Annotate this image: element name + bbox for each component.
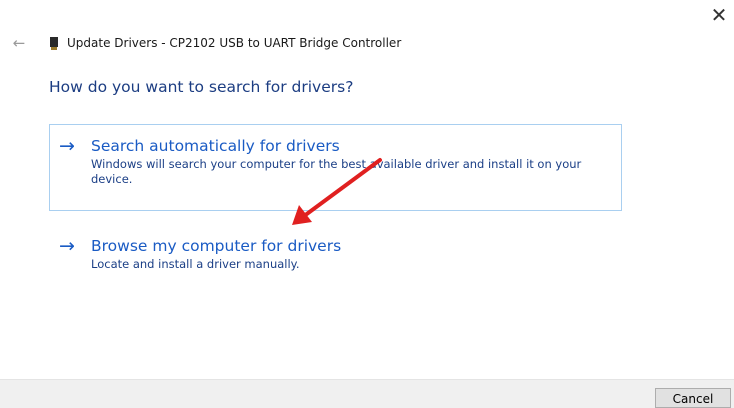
back-arrow-icon[interactable]: ← xyxy=(10,34,28,52)
dialog-footer: Cancel xyxy=(0,379,734,408)
option-title: Search automatically for drivers xyxy=(91,137,340,155)
cancel-button[interactable]: Cancel xyxy=(655,388,731,408)
window-title: Update Drivers - CP2102 USB to UART Brid… xyxy=(67,36,402,50)
usb-device-icon xyxy=(50,36,58,50)
search-automatically-option[interactable]: → Search automatically for drivers Windo… xyxy=(49,124,622,211)
update-drivers-dialog: ✕ ← Update Drivers - CP2102 USB to UART … xyxy=(0,0,734,408)
option-description: Windows will search your computer for th… xyxy=(91,157,582,186)
right-arrow-icon: → xyxy=(59,135,75,157)
dialog-header: ← Update Drivers - CP2102 USB to UART Br… xyxy=(10,33,402,53)
option-title: Browse my computer for drivers xyxy=(91,237,342,255)
right-arrow-icon: → xyxy=(59,235,75,257)
option-description: Locate and install a driver manually. xyxy=(91,257,300,271)
close-icon[interactable]: ✕ xyxy=(708,4,730,26)
page-heading: How do you want to search for drivers? xyxy=(49,78,354,96)
browse-computer-option[interactable]: → Browse my computer for drivers Locate … xyxy=(49,224,622,274)
